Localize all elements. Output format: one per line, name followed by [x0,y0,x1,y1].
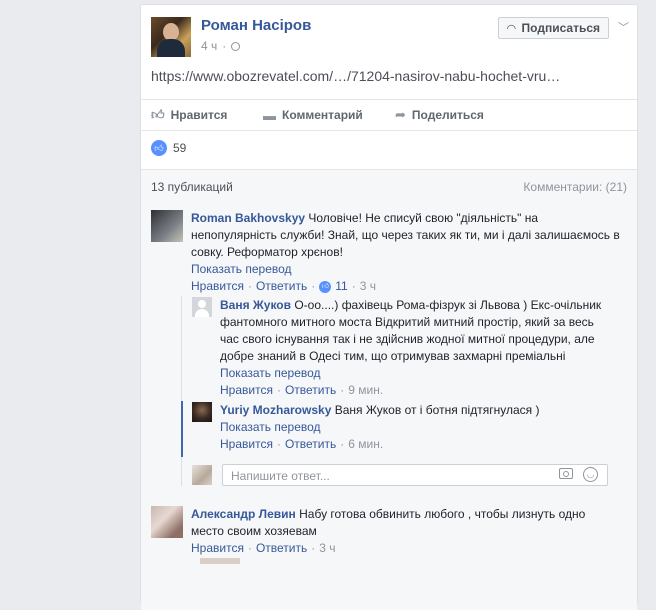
rss-icon: ◠ [507,22,516,35]
share-arrow-icon: ➦ [395,107,406,122]
reply-time[interactable]: 6 мин. [348,436,383,453]
post-link[interactable]: https://www.obozrevatel.com/…/71204-nasi… [151,68,621,84]
translate-link[interactable]: Показать перевод [191,261,621,278]
avatar-suit [157,39,185,57]
reactions-count: 59 [173,141,187,155]
like-reaction-icon: 👍︎ [151,140,167,156]
reply-text: Ваня Жуков от і ботня підтягнулася ) [334,403,540,417]
reply-actions: Нравится · Ответить · 9 мин. [220,382,610,399]
current-user-avatar [192,465,212,485]
reply-body: Ваня Жуков О-оо....) фахівець Рома-фізру… [220,297,610,399]
reply-reply-link[interactable]: Ответить [285,382,336,399]
thumbs-up-icon: 👍︎ [151,107,165,122]
reply-item: Ваня Жуков О-оо....) фахівець Рома-фізру… [192,297,632,397]
post-actions: 👍︎ Нравится ▬ Комментарий ➦ Поделиться [141,99,637,131]
avatar-silhouette-body [195,309,209,317]
commenter-avatar[interactable] [151,506,183,538]
avatar-silhouette-head [198,300,206,308]
reply-body: Yuriy Mozharowsky Ваня Жуков от і ботня … [220,402,610,453]
separator: · [247,541,252,555]
comment-body: Александр Левин Набу готова обвинить люб… [191,506,621,557]
camera-icon[interactable] [559,468,573,479]
comment-time[interactable]: 3 ч [319,540,335,557]
smile-icon[interactable]: ◡ [583,467,598,482]
commenter-name[interactable]: Александр Левин [191,507,296,521]
post-meta: 4 ч · [201,39,241,53]
reply-like-link[interactable]: Нравится [220,382,273,399]
meta-dot: · [222,39,227,53]
translate-link[interactable]: Показать перевод [220,365,610,382]
comment-reply-link[interactable]: Ответить [256,278,307,295]
next-comment-avatar-edge [200,558,240,564]
reply-input[interactable] [229,466,533,486]
separator: · [276,383,281,397]
separator: · [311,541,316,555]
replier-name[interactable]: Ваня Жуков [220,298,291,312]
comment-body: Roman Bakhovskyy Чоловіче! Не списуй сво… [191,210,621,295]
subscribe-label: Подписаться [521,21,600,35]
post-time[interactable]: 4 ч [201,39,217,53]
reactions-summary[interactable]: 👍︎ 59 [151,140,186,156]
replier-name[interactable]: Yuriy Mozharowsky [220,403,331,417]
reply-actions: Нравится · Ответить · 6 мин. [220,436,610,453]
comment-time[interactable]: 3 ч [360,278,376,295]
highlighted-reply-line [181,401,183,457]
comment-like-link[interactable]: Нравится [191,540,244,557]
share-button[interactable]: ➦ Поделиться [395,107,484,123]
globe-icon [231,41,241,51]
replier-avatar[interactable] [192,402,212,422]
author-avatar[interactable] [151,17,191,57]
comment-like-link[interactable]: Нравится [191,278,244,295]
reply-reply-link[interactable]: Ответить [285,436,336,453]
subscribe-button[interactable]: ◠ Подписаться [498,17,609,39]
comment-button[interactable]: ▬ Комментарий [263,108,363,123]
like-button[interactable]: 👍︎ Нравится [151,107,227,123]
like-reaction-icon: 👍︎ [319,280,332,293]
reply-composer: ◡ [222,464,608,486]
translate-link[interactable]: Показать перевод [220,419,610,436]
replier-avatar[interactable] [192,297,212,317]
comment-item: Александр Левин Набу готова обвинить люб… [151,506,631,561]
comment-item: Roman Bakhovskyy Чоловіче! Не списуй сво… [151,210,631,293]
comments-count[interactable]: Комментарии: (21) [523,180,627,194]
separator: · [276,437,281,451]
reply-like-link[interactable]: Нравится [220,436,273,453]
author-name[interactable]: Роман Насіров [201,17,311,34]
comment-actions: Нравится · Ответить · 3 ч [191,540,621,557]
comment-likes-count[interactable]: 11 [335,278,347,295]
separator: · [351,279,356,293]
commenter-avatar[interactable] [151,210,183,242]
separator: · [311,279,316,293]
reply-thread-line [181,296,182,486]
commenter-name[interactable]: Roman Bakhovskyy [191,211,305,225]
like-label: Нравится [170,108,228,122]
chevron-down-icon[interactable]: ﹀ [618,19,629,35]
publications-link[interactable]: 13 публикаций [151,180,233,194]
comment-label: Комментарий [282,108,363,122]
comment-icon: ▬ [263,107,276,123]
comment-actions: Нравится · Ответить · 👍︎ 11 · 3 ч [191,278,621,295]
reply-item: Yuriy Mozharowsky Ваня Жуков от і ботня … [192,402,632,457]
separator: · [340,383,345,397]
reply-time[interactable]: 9 мин. [348,382,383,399]
post-header: Роман Насіров 4 ч · ◠ Подписаться ﹀ [151,17,629,61]
comment-reply-link[interactable]: Ответить [256,540,307,557]
separator: · [340,437,345,451]
separator: · [247,279,252,293]
share-label: Поделиться [411,108,484,122]
